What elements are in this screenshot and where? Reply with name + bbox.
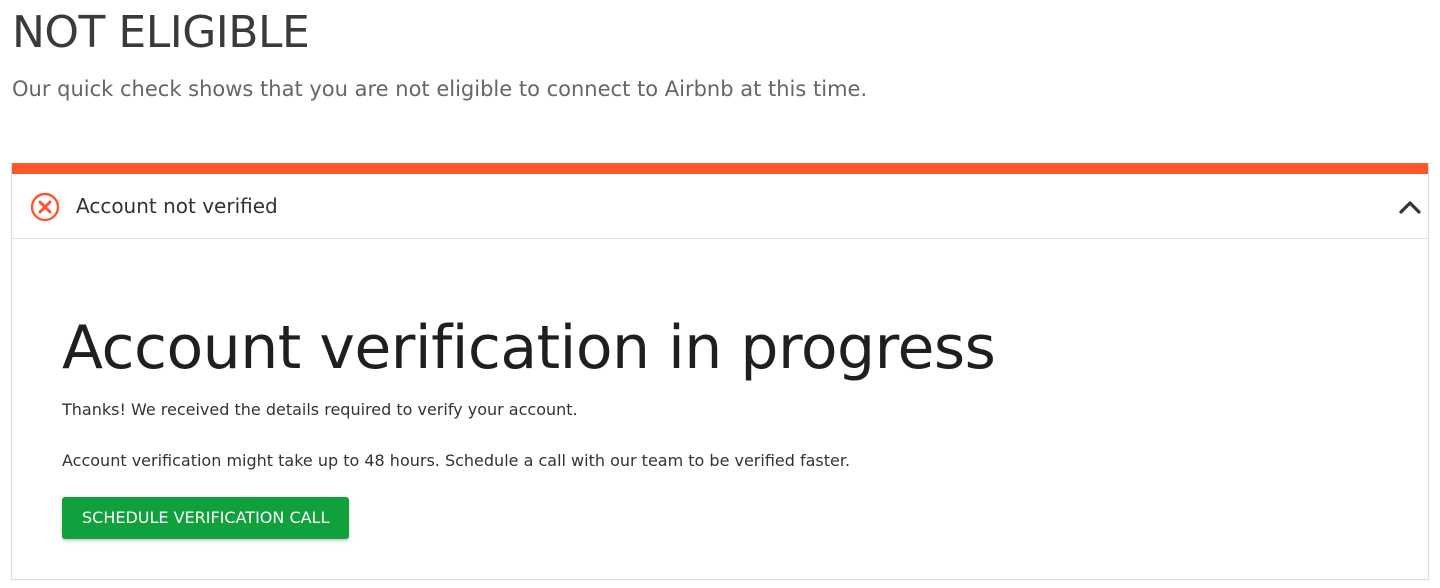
verification-time-text: Account verification might take up to 48… bbox=[62, 451, 851, 470]
card-status-title: Account not verified bbox=[76, 194, 278, 218]
chevron-up-icon[interactable] bbox=[1398, 196, 1422, 218]
eligibility-card: Account not verified Account verificatio… bbox=[11, 163, 1429, 580]
schedule-verification-call-button[interactable]: SCHEDULE VERIFICATION CALL bbox=[62, 497, 350, 539]
card-accent-bar bbox=[12, 163, 1428, 174]
page-title: NOT ELIGIBLE bbox=[12, 7, 310, 58]
verification-received-text: Thanks! We received the details required… bbox=[62, 400, 578, 419]
card-header[interactable]: Account not verified bbox=[12, 174, 1428, 239]
x-circle-icon bbox=[30, 192, 60, 222]
verification-title: Account verification in progress bbox=[62, 313, 996, 383]
page: NOT ELIGIBLE Our quick check shows that … bbox=[0, 0, 1440, 588]
page-subtitle: Our quick check shows that you are not e… bbox=[12, 77, 868, 101]
